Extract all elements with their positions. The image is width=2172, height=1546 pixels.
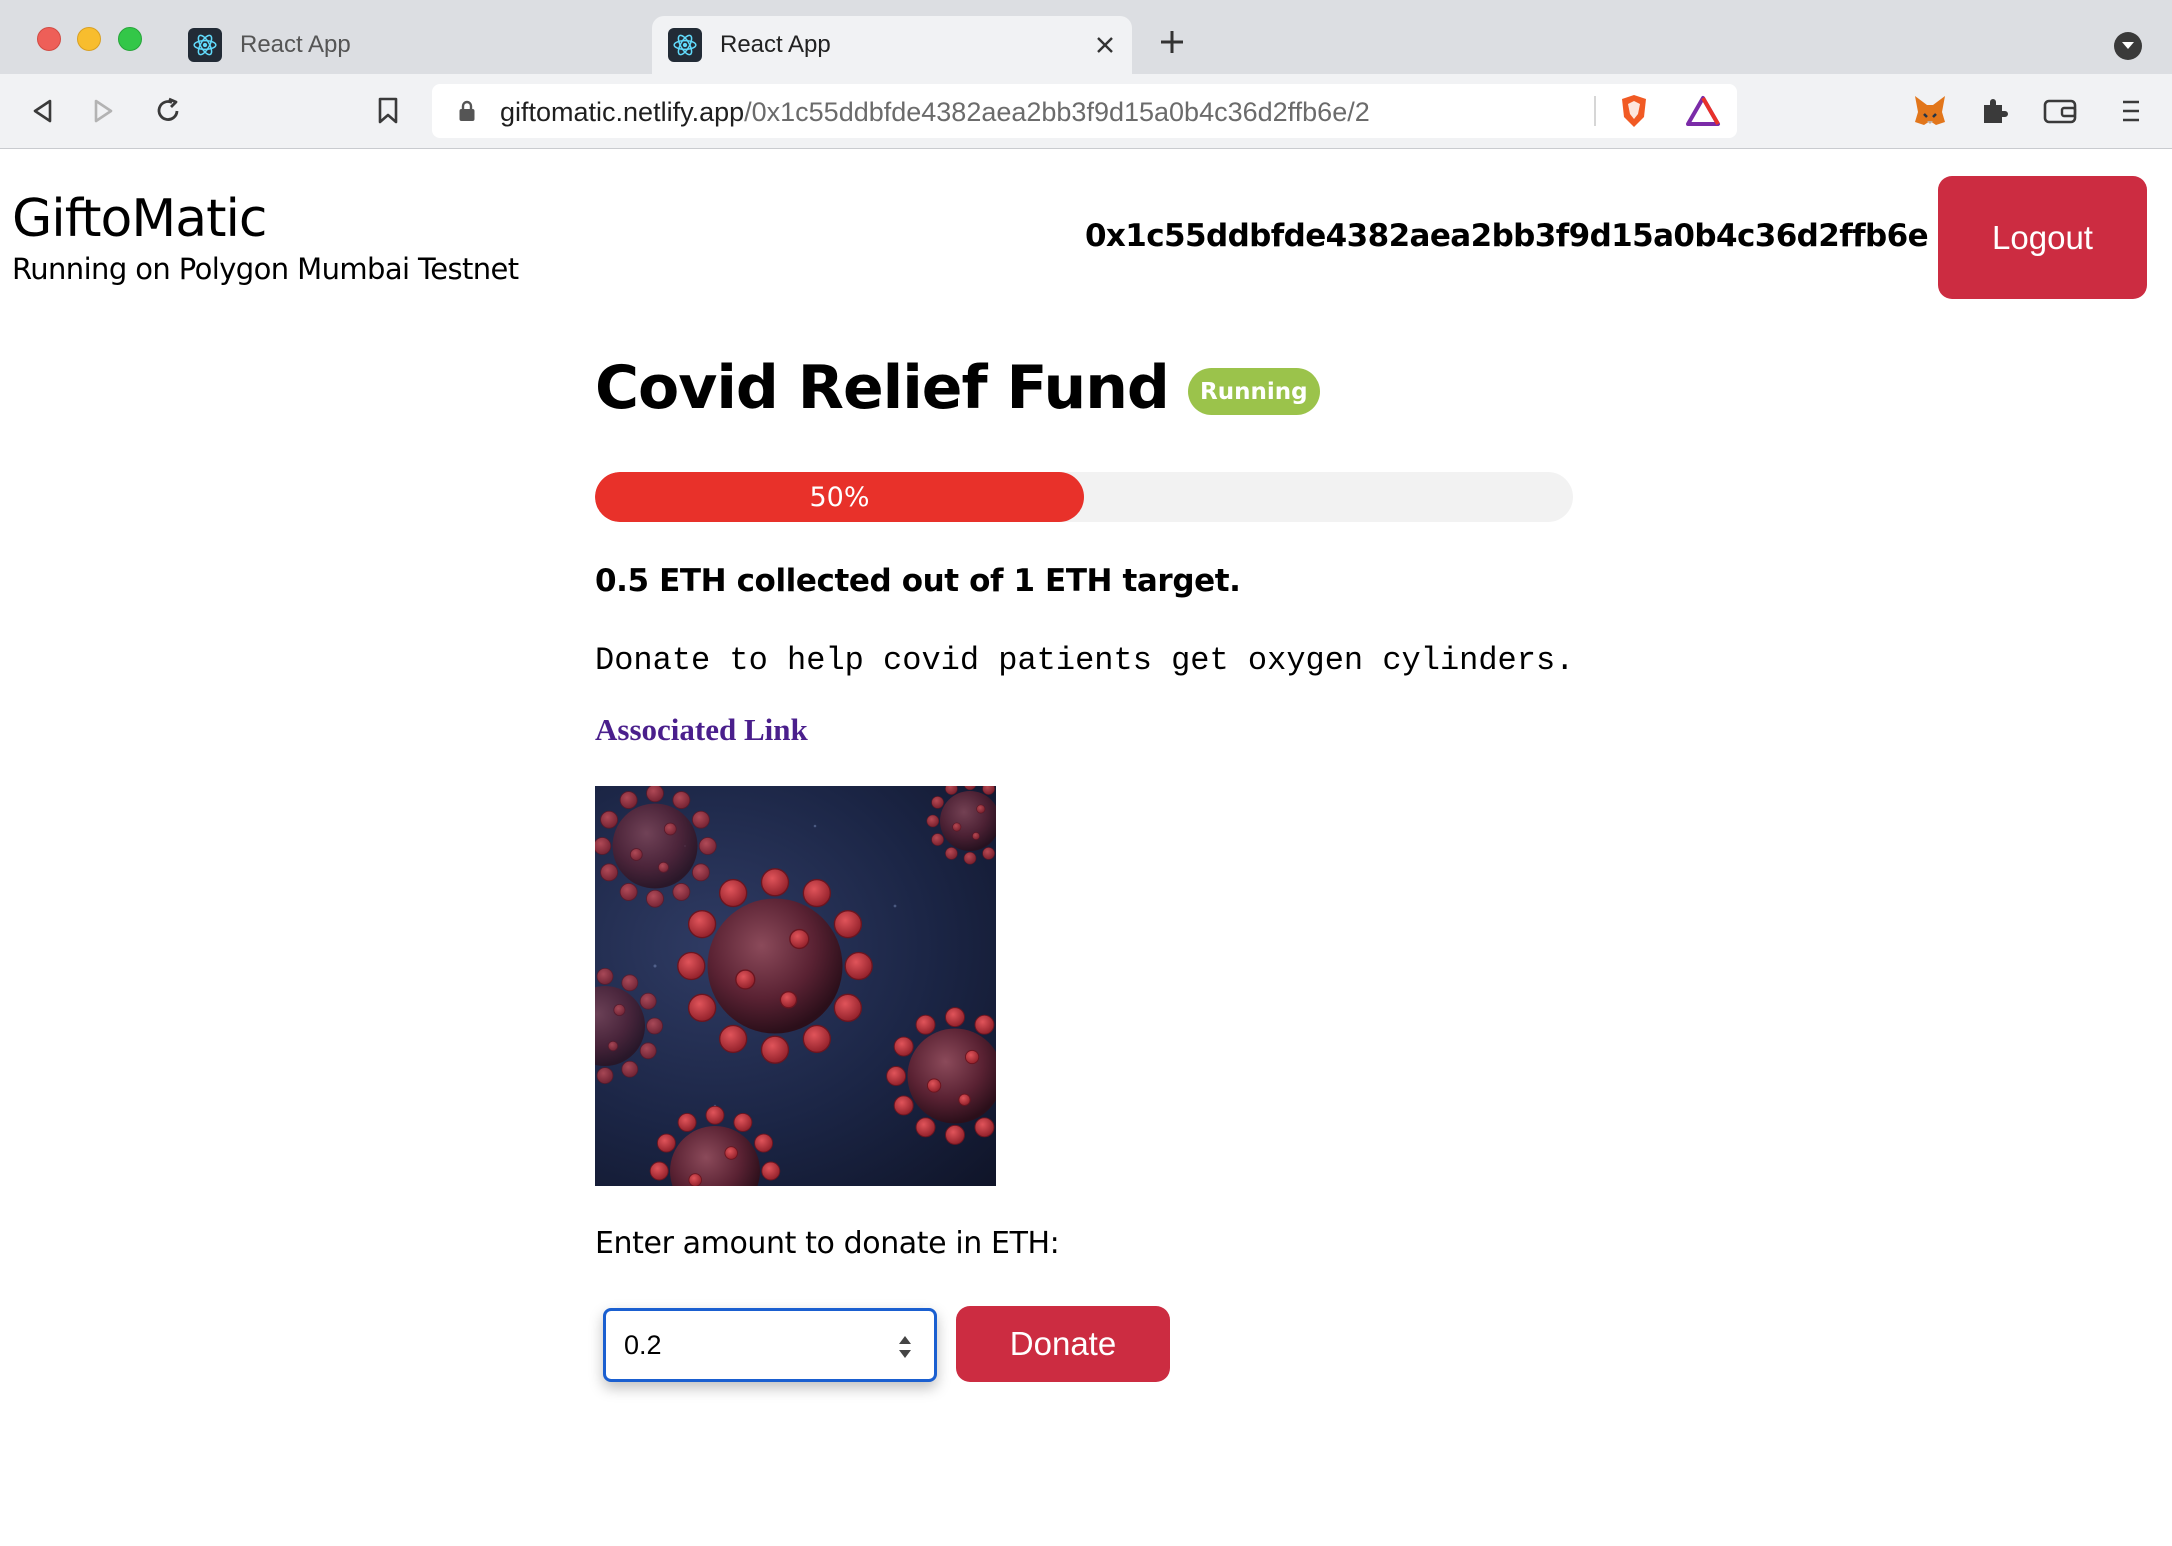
tab-title: React App	[240, 31, 351, 58]
campaign-title: Covid Relief Fund	[595, 353, 1170, 423]
extensions-icon[interactable]	[1974, 91, 2014, 131]
react-icon	[188, 28, 222, 62]
logout-button[interactable]: Logout	[1938, 176, 2147, 299]
url-text[interactable]: giftomatic.netlify.app/0x1c55ddbfde4382a…	[500, 97, 1370, 128]
page-content: GiftoMatic Running on Polygon Mumbai Tes…	[0, 150, 2172, 1546]
forward-icon[interactable]	[84, 91, 124, 131]
donate-button[interactable]: Donate	[956, 1306, 1170, 1382]
number-stepper-icon[interactable]	[896, 1333, 914, 1361]
associated-link[interactable]: Associated Link	[595, 712, 808, 748]
lock-icon[interactable]	[458, 100, 476, 127]
network-label: Running on Polygon Mumbai Testnet	[12, 252, 519, 286]
back-icon[interactable]	[22, 91, 62, 131]
brand-title: GiftoMatic	[12, 189, 267, 249]
browser-toolbar: giftomatic.netlify.app/0x1c55ddbfde4382a…	[0, 74, 2172, 149]
donate-amount-value: 0.2	[624, 1329, 662, 1360]
reload-icon[interactable]	[148, 91, 188, 131]
donate-amount-input[interactable]: 0.2	[603, 1308, 937, 1382]
url-host: giftomatic.netlify.app	[500, 97, 745, 127]
progress-fill: 50%	[595, 472, 1084, 522]
browser-tab-active[interactable]: React App	[652, 16, 1132, 74]
address-bar[interactable]: giftomatic.netlify.app/0x1c55ddbfde4382a…	[432, 84, 1737, 138]
close-window-button[interactable]	[37, 27, 61, 51]
close-tab-icon[interactable]	[1088, 28, 1122, 62]
progress-label: 50%	[809, 481, 870, 513]
progress-bar: 50%	[595, 472, 1573, 522]
brave-rewards-icon[interactable]	[1684, 92, 1722, 130]
status-badge: Running	[1188, 368, 1320, 415]
zoom-window-button[interactable]	[118, 27, 142, 51]
react-icon	[668, 28, 702, 62]
campaign-description: Donate to help covid patients get oxygen…	[595, 642, 1575, 679]
menu-icon[interactable]	[2110, 91, 2150, 131]
virus-illustration	[595, 786, 996, 1186]
tab-title: React App	[720, 31, 831, 58]
new-tab-icon[interactable]	[1155, 25, 1189, 59]
minimize-window-button[interactable]	[77, 27, 101, 51]
wallet-icon[interactable]	[2040, 91, 2080, 131]
tab-search-icon[interactable]	[2114, 32, 2142, 60]
browser-tab[interactable]: React App	[172, 16, 642, 74]
campaign-image	[595, 786, 996, 1186]
metamask-icon[interactable]	[1910, 91, 1950, 131]
url-path: /0x1c55ddbfde4382aea2bb3f9d15a0b4c36d2ff…	[744, 97, 1370, 127]
brave-shields-icon[interactable]	[1615, 92, 1653, 130]
donate-amount-label: Enter amount to donate in ETH:	[595, 1226, 1060, 1261]
bookmark-icon[interactable]	[368, 91, 408, 131]
url-divider	[1594, 96, 1596, 126]
wallet-address: 0x1c55ddbfde4382aea2bb3f9d15a0b4c36d2ffb…	[1084, 218, 1929, 254]
collected-summary: 0.5 ETH collected out of 1 ETH target.	[595, 563, 1241, 599]
browser-tab-bar: React App React App	[0, 0, 2172, 74]
